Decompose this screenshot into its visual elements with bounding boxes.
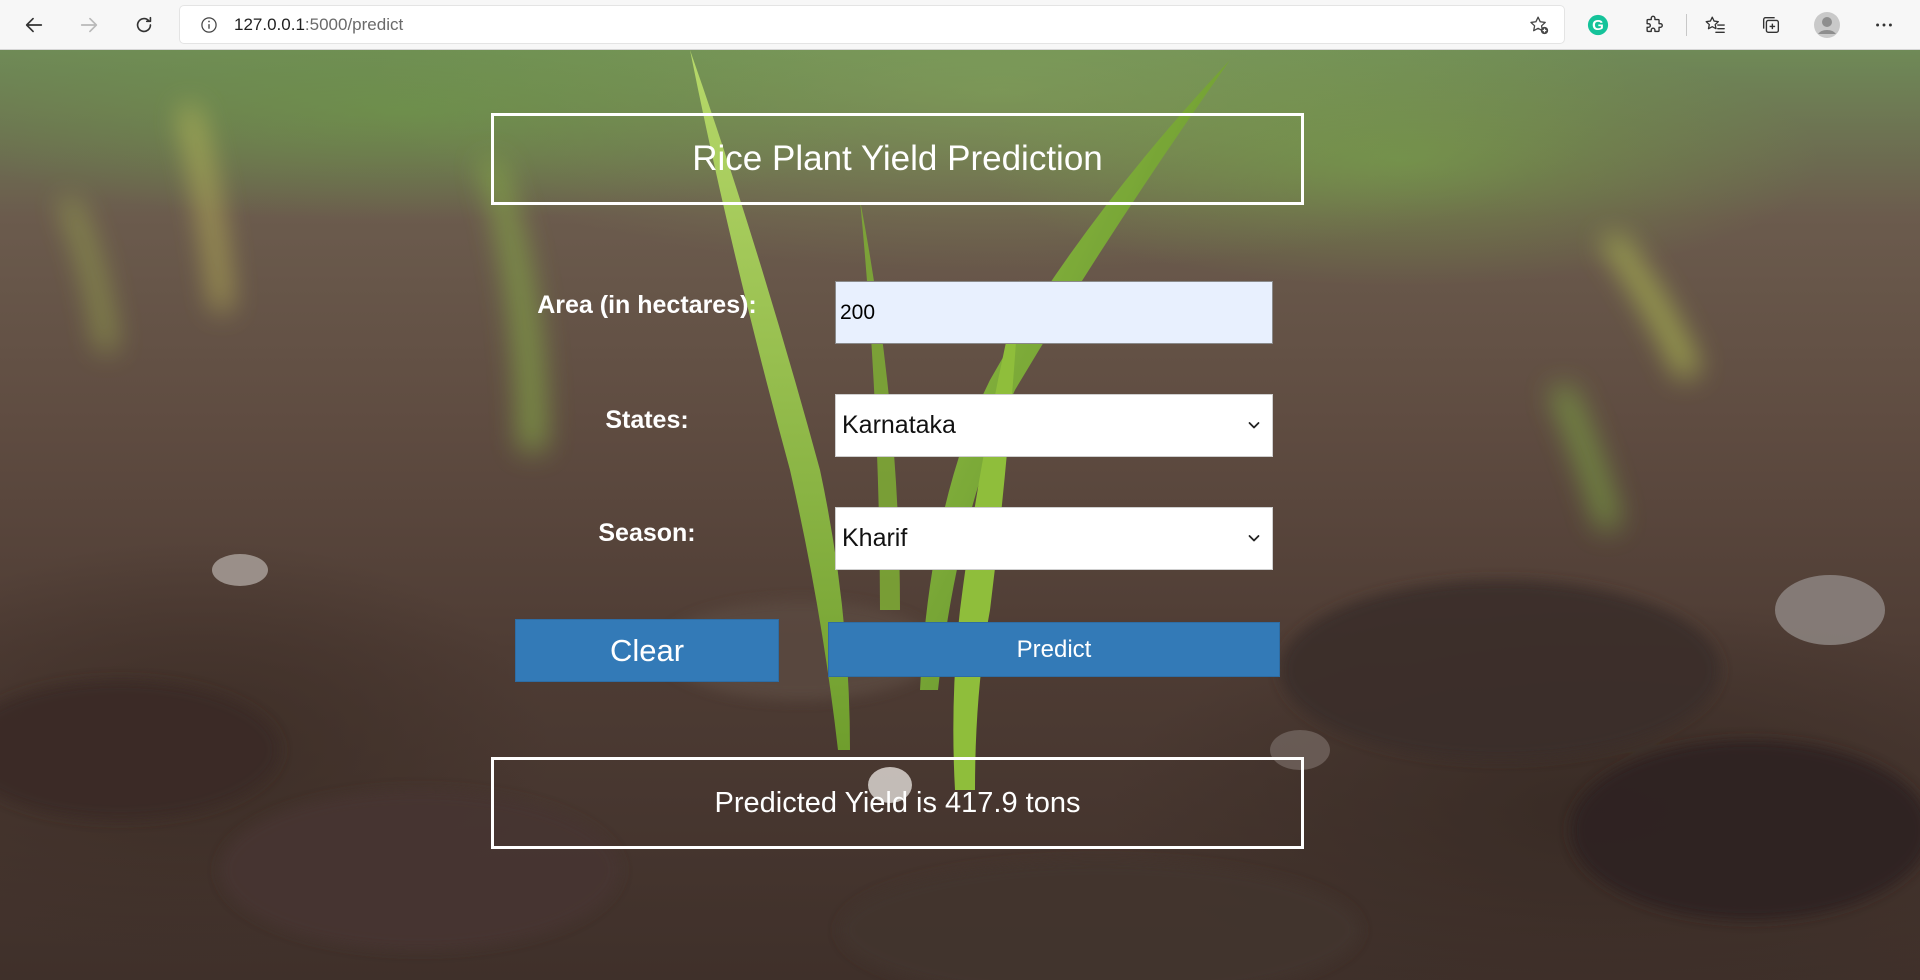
state-select-value: Karnataka (842, 411, 956, 439)
season-select-value: Kharif (842, 524, 908, 552)
title-box: Rice Plant Yield Prediction (491, 113, 1304, 205)
collections-icon (1762, 16, 1780, 34)
star-plus-icon (1530, 16, 1549, 35)
extensions-button[interactable] (1638, 9, 1670, 41)
more-icon (1876, 23, 1892, 27)
page-background: Rice Plant Yield Prediction Area (in hec… (0, 50, 1920, 980)
grammarly-button[interactable]: G (1582, 9, 1614, 41)
season-select[interactable]: Kharif (835, 507, 1273, 570)
back-button[interactable] (18, 9, 50, 41)
collections-button[interactable] (1755, 9, 1787, 41)
forward-arrow-icon (80, 17, 98, 33)
back-arrow-icon (25, 17, 43, 33)
clear-button[interactable]: Clear (515, 619, 779, 682)
prediction-result: Predicted Yield is 417.9 tons (714, 786, 1081, 819)
area-input[interactable] (835, 281, 1273, 344)
info-icon (201, 16, 217, 33)
forward-button[interactable] (73, 9, 105, 41)
refresh-button[interactable] (128, 9, 160, 41)
predict-button[interactable]: Predict (828, 622, 1280, 677)
address-bar[interactable]: 127.0.0.1:5000/predict (180, 6, 1564, 43)
chevron-down-icon (1248, 535, 1260, 542)
area-label: Area (in hectares): (537, 291, 757, 319)
chevron-down-icon (1248, 422, 1260, 429)
more-button[interactable] (1868, 9, 1900, 41)
refresh-icon (136, 16, 152, 33)
puzzle-icon (1646, 15, 1663, 33)
grammarly-letter: G (1592, 16, 1604, 34)
result-box: Predicted Yield is 417.9 tons (491, 757, 1304, 849)
favorites-icon (1705, 16, 1725, 34)
url-text: 127.0.0.1:5000/predict (234, 15, 403, 35)
favorites-button[interactable] (1699, 9, 1731, 41)
url-host: 127.0.0.1 (234, 14, 305, 34)
add-favorite-button[interactable] (1524, 10, 1554, 40)
browser-toolbar: 127.0.0.1:5000/predict G (0, 0, 1920, 50)
profile-icon (1814, 12, 1840, 38)
toolbar-separator (1686, 14, 1687, 36)
site-info-button[interactable] (194, 10, 224, 40)
state-label: States: (605, 406, 689, 434)
page-title: Rice Plant Yield Prediction (692, 139, 1103, 178)
profile-button[interactable] (1811, 9, 1843, 41)
url-path: :5000/predict (304, 14, 404, 34)
state-select[interactable]: Karnataka (835, 394, 1273, 457)
season-label: Season: (598, 519, 696, 547)
